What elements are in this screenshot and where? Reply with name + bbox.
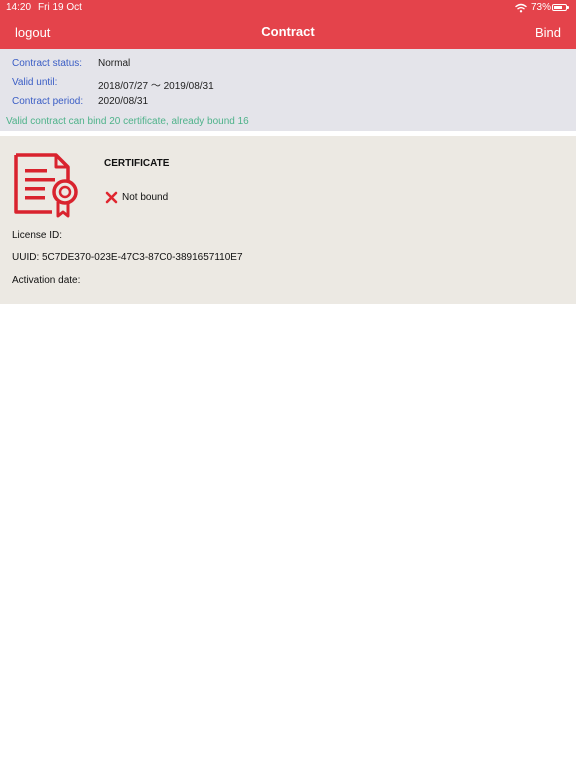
certificate-title: CERTIFICATE: [104, 158, 170, 169]
contract-period-label: Contract period:: [12, 96, 84, 107]
page-title: Contract: [261, 24, 315, 39]
status-time: 14:20: [6, 2, 32, 13]
battery-percent: 73%: [531, 2, 552, 13]
bind-info-text: Valid contract can bind 20 certificate, …: [6, 116, 249, 127]
bind-status-text: Not bound: [122, 192, 169, 203]
activation-date-field: Activation date:: [12, 275, 81, 286]
valid-until-label: Valid until:: [12, 77, 58, 88]
certificate-card[interactable]: CERTIFICATE Not bound License ID: UUID: …: [0, 136, 576, 304]
bind-button[interactable]: Bind: [535, 25, 561, 40]
battery-icon: [552, 4, 569, 11]
battery-level: [554, 6, 562, 9]
valid-until-value: 2018/07/27 ～ 2019/08/31: [98, 81, 214, 92]
contract-info-panel: Contract status: Normal Valid until: 201…: [0, 49, 576, 131]
close-icon: [105, 191, 118, 204]
status-bar: 14:20 Fri 19 Oct 73%: [0, 0, 576, 16]
status-date: Fri 19 Oct: [38, 2, 82, 13]
contract-period-value: 2020/08/31: [98, 96, 149, 107]
contract-status-label: Contract status:: [12, 58, 83, 69]
uuid-field: UUID: 5C7DE370-023E-47C3-87C0-3891657110…: [12, 252, 243, 263]
wifi-icon: [515, 3, 527, 13]
contract-status-value: Normal: [98, 58, 131, 69]
navigation-bar: logout Contract Bind: [0, 16, 576, 49]
certificate-icon: [14, 153, 78, 218]
license-id-field: License ID:: [12, 230, 63, 241]
